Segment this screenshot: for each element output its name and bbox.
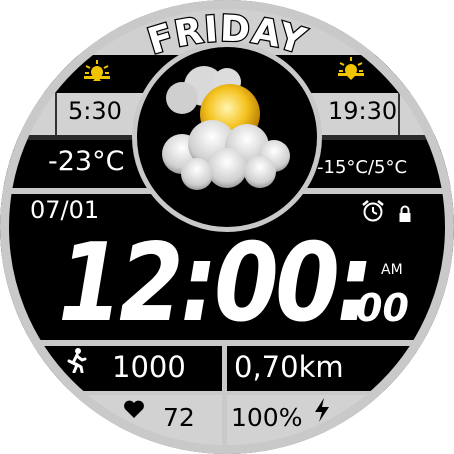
watch-face: FRIDAY 5:30 19:30 -23°C -15°C/5°C 07/01 … (0, 0, 454, 454)
heart-rate-gauge (139, 430, 313, 453)
